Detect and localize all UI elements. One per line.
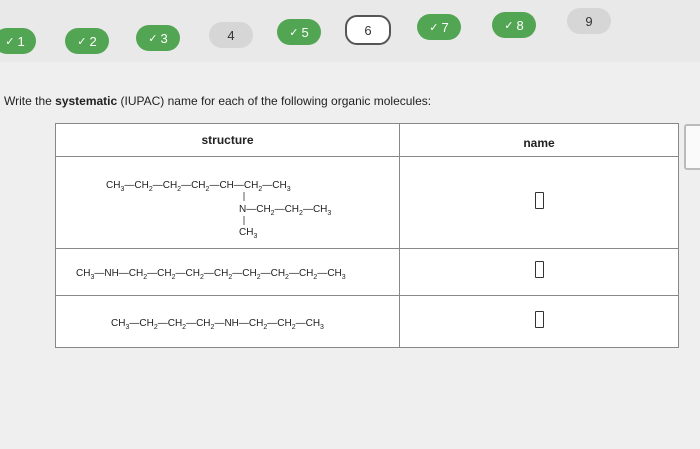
molecule-table: structure name CH3—CH2—CH2—CH2—CH—CH2—CH… bbox=[55, 123, 679, 348]
svg-text:CH3: CH3 bbox=[239, 227, 257, 240]
question-3-label: 3 bbox=[160, 30, 168, 46]
svg-text:CH3—CH2—CH2—CH2—CH—CH2—CH3: CH3—CH2—CH2—CH2—CH—CH2—CH3 bbox=[106, 180, 291, 193]
check-icon: ✓ bbox=[504, 19, 514, 32]
answer-input-3[interactable] bbox=[534, 310, 544, 328]
question-8-tab[interactable]: ✓ 8 bbox=[492, 12, 536, 38]
prompt-prefix: Write the bbox=[4, 94, 56, 108]
name-cell-1 bbox=[399, 156, 679, 249]
question-2-tab[interactable]: ✓ 2 bbox=[65, 28, 109, 54]
structure-cell-2: CH3—NH—CH2—CH2—CH2—CH2—CH2—CH2—CH2—CH3 bbox=[55, 248, 400, 296]
check-icon: ✓ bbox=[429, 21, 439, 34]
question-7-label: 7 bbox=[441, 19, 449, 35]
check-icon: ✓ bbox=[148, 32, 158, 45]
svg-text:N—CH2—CH2—CH3: N—CH2—CH2—CH3 bbox=[239, 204, 331, 217]
question-2-label: 2 bbox=[89, 33, 97, 49]
prompt-suffix: (IUPAC) name for each of the following o… bbox=[117, 94, 432, 108]
structure-header-label: structure bbox=[201, 133, 254, 147]
question-4-tab[interactable]: 4 bbox=[209, 22, 253, 48]
molecule-3-structure: CH3—CH2—CH2—CH2—NH—CH2—CH2—CH3 bbox=[111, 318, 324, 331]
prompt-bold: systematic bbox=[55, 94, 118, 108]
structure-header: structure bbox=[55, 123, 400, 157]
name-cell-3 bbox=[399, 295, 679, 348]
name-header: name bbox=[399, 123, 679, 157]
question-prompt: Write the systematic (IUPAC) name for ea… bbox=[4, 94, 431, 108]
check-icon: ✓ bbox=[289, 26, 299, 39]
question-5-tab[interactable]: ✓ 5 bbox=[277, 19, 321, 45]
question-6-tab[interactable]: 6 bbox=[345, 15, 391, 45]
check-icon: ✓ bbox=[77, 35, 87, 48]
svg-text:CH3—CH2—CH2—CH2—NH—CH2—CH2—CH3: CH3—CH2—CH2—CH2—NH—CH2—CH2—CH3 bbox=[111, 318, 324, 331]
answer-input-1[interactable] bbox=[534, 191, 544, 209]
name-header-label: name bbox=[523, 136, 555, 150]
answer-input-2[interactable] bbox=[534, 261, 544, 278]
question-6-label: 6 bbox=[364, 22, 372, 38]
structure-cell-3: CH3—CH2—CH2—CH2—NH—CH2—CH2—CH3 bbox=[55, 295, 400, 348]
molecule-2-structure: CH3—NH—CH2—CH2—CH2—CH2—CH2—CH2—CH2—CH3 bbox=[76, 268, 346, 281]
question-4-label: 4 bbox=[227, 27, 235, 43]
question-9-tab[interactable]: 9 bbox=[567, 8, 611, 34]
question-7-tab[interactable]: ✓ 7 bbox=[417, 14, 461, 40]
question-5-label: 5 bbox=[301, 24, 309, 40]
side-panel-tab[interactable] bbox=[684, 124, 700, 170]
check-icon: ✓ bbox=[5, 35, 15, 48]
question-8-label: 8 bbox=[516, 17, 524, 33]
molecule-1-structure: CH3—CH2—CH2—CH2—CH—CH2—CH3 N—CH2—CH2—CH3… bbox=[106, 180, 331, 240]
question-3-tab[interactable]: ✓ 3 bbox=[136, 25, 180, 51]
question-1-tab[interactable]: ✓ 1 bbox=[0, 28, 36, 54]
structure-cell-1: CH3—CH2—CH2—CH2—CH—CH2—CH3 N—CH2—CH2—CH3… bbox=[55, 156, 400, 249]
svg-text:CH3—NH—CH2—CH2—CH2—CH2—CH2—CH2: CH3—NH—CH2—CH2—CH2—CH2—CH2—CH2—CH2—CH3 bbox=[76, 268, 346, 281]
name-cell-2 bbox=[399, 248, 679, 296]
question-9-label: 9 bbox=[585, 13, 593, 29]
question-1-label: 1 bbox=[17, 33, 25, 49]
